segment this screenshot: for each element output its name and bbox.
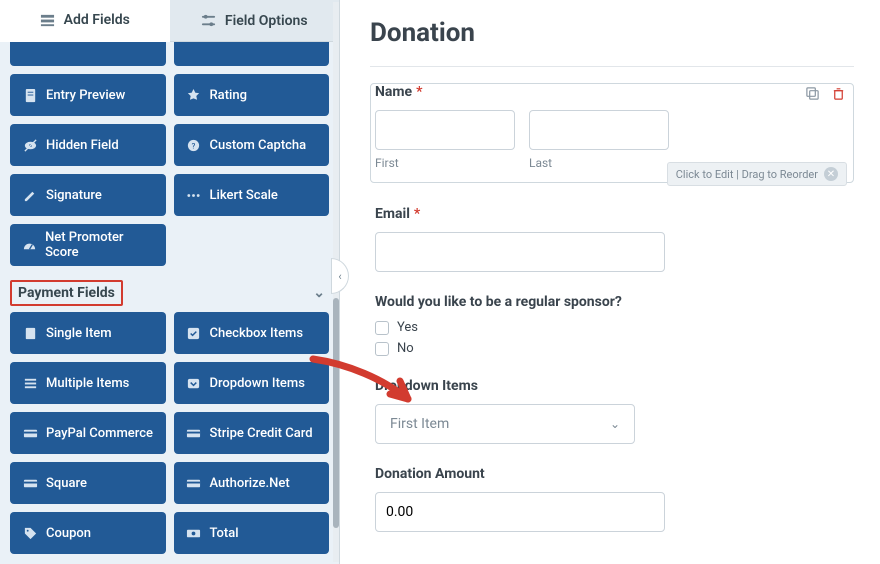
- field-btn-stripe[interactable]: Stripe Credit Card: [174, 412, 330, 454]
- left-scrollbar-thumb[interactable]: [333, 298, 339, 528]
- dropdown-select[interactable]: First Item ⌄: [375, 404, 635, 444]
- edit-hint-text: Click to Edit | Drag to Reorder: [676, 168, 818, 181]
- card-icon: [186, 475, 202, 491]
- field-btn-label: Likert Scale: [210, 188, 278, 203]
- field-btn-label: Entry Preview: [46, 88, 125, 103]
- card-icon: [22, 425, 38, 441]
- opt-yes[interactable]: Yes: [375, 320, 849, 335]
- field-sponsor[interactable]: Would you like to be a regular sponsor? …: [370, 293, 854, 369]
- dropdown-value: First Item: [390, 416, 449, 432]
- field-btn-single-item[interactable]: Single Item: [10, 312, 166, 354]
- field-email[interactable]: Email *: [370, 205, 854, 285]
- last-name-input[interactable]: [529, 110, 669, 150]
- field-btn-hidden-field[interactable]: Hidden Field: [10, 124, 166, 166]
- field-btn-label: Square: [46, 476, 87, 491]
- field-btn-rating[interactable]: Rating: [174, 74, 330, 116]
- sponsor-label: Would you like to be a regular sponsor?: [375, 294, 622, 310]
- opt-no[interactable]: No: [375, 341, 849, 356]
- checkbox-icon: [186, 325, 202, 341]
- pencil-icon: [22, 187, 38, 203]
- email-label: Email: [375, 206, 410, 222]
- field-btn-label: Stripe Credit Card: [210, 426, 313, 441]
- field-btn-multiple-items[interactable]: Multiple Items: [10, 362, 166, 404]
- field-btn-hidden-cut-b[interactable]: [174, 42, 330, 66]
- field-btn-signature[interactable]: Signature: [10, 174, 166, 216]
- field-dropdown-items[interactable]: Dropdown Items First Item ⌄: [370, 377, 854, 457]
- name-label: Name: [375, 84, 412, 100]
- field-btn-dropdown-items[interactable]: Dropdown Items: [174, 362, 330, 404]
- field-btn-authorizenet[interactable]: Authorize.Net: [174, 462, 330, 504]
- chevron-down-icon: ⌄: [610, 417, 620, 431]
- first-name-sublabel: First: [375, 156, 515, 170]
- field-btn-label: Coupon: [46, 526, 91, 541]
- dropdown-label: Dropdown Items: [375, 378, 478, 394]
- list-icon: [22, 375, 38, 391]
- tag-icon: [22, 525, 38, 541]
- tab-add-fields-label: Add Fields: [64, 12, 130, 28]
- field-btn-label: Multiple Items: [46, 376, 129, 391]
- field-name[interactable]: Name * First Last Click to Edit | Drag t…: [370, 83, 854, 183]
- trash-icon[interactable]: [829, 84, 847, 102]
- close-icon[interactable]: ✕: [824, 167, 838, 181]
- field-btn-coupon[interactable]: Coupon: [10, 512, 166, 554]
- card-icon: [186, 425, 202, 441]
- email-input[interactable]: [375, 232, 665, 272]
- tab-field-options-label: Field Options: [225, 13, 308, 29]
- tab-add-fields[interactable]: Add Fields: [0, 0, 170, 42]
- checkbox-icon: [375, 321, 389, 335]
- section-title: Payment Fields: [10, 280, 123, 306]
- document-icon: [22, 325, 38, 341]
- field-btn-square[interactable]: Square: [10, 462, 166, 504]
- duplicate-icon[interactable]: [803, 84, 821, 102]
- section-payment-fields[interactable]: Payment Fields ⌄: [10, 274, 329, 312]
- scale-icon: [186, 187, 202, 203]
- checkbox-icon: [375, 342, 389, 356]
- donation-input[interactable]: [375, 492, 665, 532]
- field-btn-nps[interactable]: Net Promoter Score: [10, 224, 166, 266]
- add-fields-icon: [40, 12, 56, 28]
- card-icon: [22, 475, 38, 491]
- form-title: Donation: [370, 18, 854, 48]
- field-btn-paypal[interactable]: PayPal Commerce: [10, 412, 166, 454]
- divider: [370, 66, 854, 67]
- required-marker: *: [416, 84, 422, 100]
- field-btn-total[interactable]: Total: [174, 512, 330, 554]
- svg-text:?: ?: [192, 141, 196, 150]
- field-btn-hidden-cut-a[interactable]: [10, 42, 166, 66]
- money-icon: [186, 525, 202, 541]
- chevron-down-icon: ⌄: [313, 285, 325, 301]
- field-options-icon: [201, 13, 217, 29]
- field-btn-label: PayPal Commerce: [46, 426, 153, 441]
- field-btn-likert-scale[interactable]: Likert Scale: [174, 174, 330, 216]
- gauge-icon: [22, 237, 37, 253]
- field-btn-label: Signature: [46, 188, 102, 203]
- last-name-sublabel: Last: [529, 156, 669, 170]
- eye-off-icon: [22, 137, 38, 153]
- document-icon: [22, 87, 38, 103]
- field-btn-label: Single Item: [46, 326, 112, 341]
- dropdown-icon: [186, 375, 202, 391]
- question-icon: ?: [186, 137, 202, 153]
- edit-hint: Click to Edit | Drag to Reorder ✕: [667, 162, 847, 186]
- field-btn-custom-captcha[interactable]: ? Custom Captcha: [174, 124, 330, 166]
- field-btn-label: Rating: [210, 88, 247, 103]
- field-btn-checkbox-items[interactable]: Checkbox Items: [174, 312, 330, 354]
- field-btn-label: Dropdown Items: [210, 376, 305, 391]
- donation-label: Donation Amount: [375, 466, 485, 482]
- required-marker: *: [414, 206, 420, 222]
- field-btn-label: Custom Captcha: [210, 138, 307, 153]
- star-icon: [186, 87, 202, 103]
- field-donation-amount[interactable]: Donation Amount: [370, 465, 854, 545]
- tab-field-options[interactable]: Field Options: [170, 0, 340, 42]
- field-btn-label: Net Promoter Score: [45, 230, 153, 260]
- field-btn-label: Total: [210, 526, 239, 541]
- first-name-input[interactable]: [375, 110, 515, 150]
- field-btn-label: Hidden Field: [46, 138, 119, 153]
- field-btn-entry-preview[interactable]: Entry Preview: [10, 74, 166, 116]
- opt-yes-label: Yes: [397, 320, 418, 335]
- field-btn-label: Checkbox Items: [210, 326, 304, 341]
- opt-no-label: No: [397, 341, 414, 356]
- field-btn-label: Authorize.Net: [210, 476, 290, 491]
